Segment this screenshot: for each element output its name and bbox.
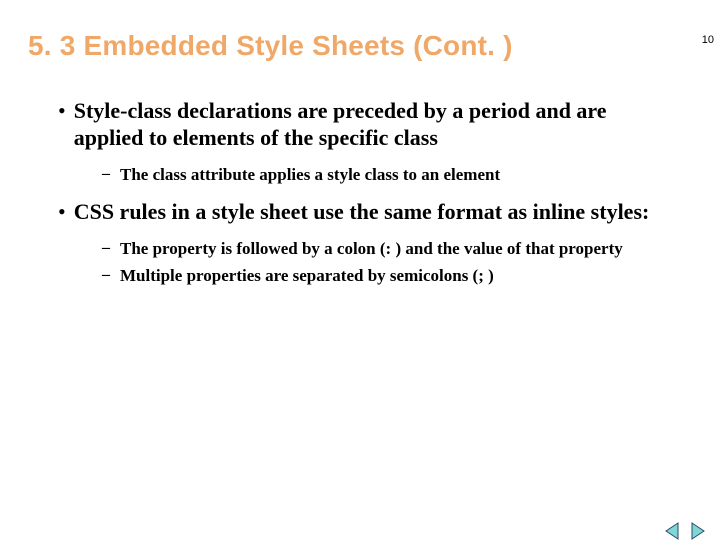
slide-nav [664, 522, 706, 540]
sub-item: – Multiple properties are separated by s… [50, 265, 670, 286]
bullet-item: • Style-class declarations are preceded … [50, 98, 670, 152]
sub-list: – The property is followed by a colon (:… [50, 238, 670, 287]
dash-icon: – [102, 238, 110, 259]
bullet-text: Style-class declarations are preceded by… [74, 98, 670, 152]
bullet-item: • CSS rules in a style sheet use the sam… [50, 199, 670, 226]
page-number: 10 [702, 34, 714, 46]
next-button[interactable] [688, 522, 706, 540]
dash-icon: – [102, 265, 110, 286]
sub-text: Multiple properties are separated by sem… [120, 265, 670, 286]
sub-list: – The class attribute applies a style cl… [50, 164, 670, 185]
sub-item: – The class attribute applies a style cl… [50, 164, 670, 185]
slide-title: 5. 3 Embedded Style Sheets (Cont. ) [28, 30, 720, 62]
sub-text: The class attribute applies a style clas… [120, 164, 670, 185]
sub-item: – The property is followed by a colon (:… [50, 238, 670, 259]
bullet-dot-icon: • [58, 98, 66, 152]
bullet-text: CSS rules in a style sheet use the same … [74, 199, 670, 226]
triangle-right-icon [688, 522, 706, 540]
dash-icon: – [102, 164, 110, 185]
triangle-left-icon [664, 522, 682, 540]
bullet-dot-icon: • [58, 199, 66, 226]
slide-body: • Style-class declarations are preceded … [50, 98, 670, 286]
sub-text: The property is followed by a colon (: )… [120, 238, 670, 259]
prev-button[interactable] [664, 522, 682, 540]
